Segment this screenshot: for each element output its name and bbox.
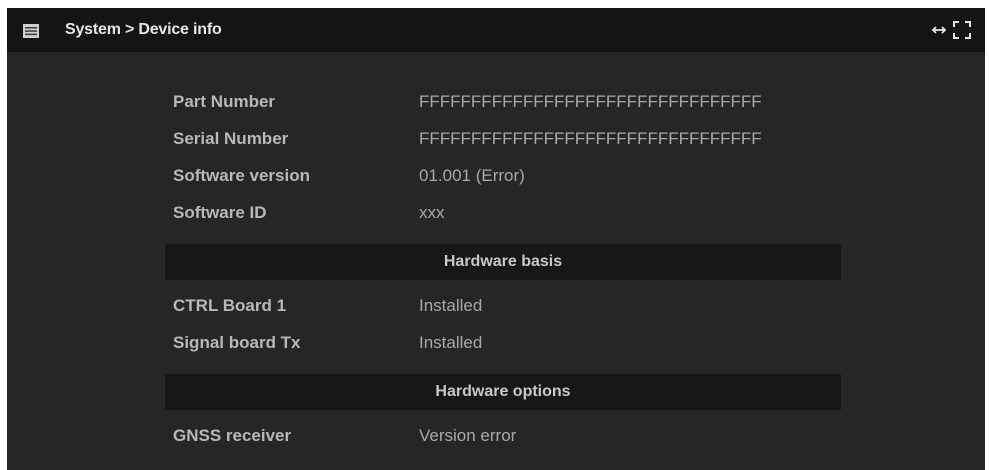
row-label: Serial Number bbox=[173, 129, 289, 148]
row-label: Software version bbox=[173, 166, 310, 185]
row-label: Signal board Tx bbox=[173, 333, 301, 352]
row-label: Part Number bbox=[173, 92, 276, 111]
row-label: GNSS receiver bbox=[173, 426, 292, 445]
info-row-software-id: Software ID xxx bbox=[165, 197, 841, 234]
info-row-signal-board: Signal board Tx Installed bbox=[165, 327, 841, 364]
row-value: Installed bbox=[419, 333, 483, 352]
row-label: Software ID bbox=[173, 203, 267, 222]
device-info-content: Part Number FFFFFFFFFFFFFFFFFFFFFFFFFFFF… bbox=[165, 86, 841, 457]
menu-icon[interactable] bbox=[23, 24, 39, 38]
window-title: System > Device info bbox=[65, 21, 222, 38]
row-value: 01.001 (Error) bbox=[419, 166, 525, 185]
info-row-serial-number: Serial Number FFFFFFFFFFFFFFFFFFFFFFFFFF… bbox=[165, 123, 841, 160]
info-row-ctrl-board: CTRL Board 1 Installed bbox=[165, 290, 841, 327]
titlebar: System > Device info bbox=[7, 8, 985, 52]
titlebar-controls bbox=[931, 21, 971, 44]
section-header-hardware-basis: Hardware basis bbox=[165, 244, 841, 280]
row-value: FFFFFFFFFFFFFFFFFFFFFFFFFFFFFFFFF bbox=[419, 92, 762, 111]
info-row-gnss-receiver: GNSS receiver Version error bbox=[165, 420, 841, 457]
row-value: Installed bbox=[419, 296, 483, 315]
row-value: xxx bbox=[419, 203, 445, 222]
fullscreen-icon[interactable] bbox=[953, 21, 971, 44]
row-value: FFFFFFFFFFFFFFFFFFFFFFFFFFFFFFFFF bbox=[419, 129, 762, 148]
device-info-window: System > Device info Part Number FFFFFFF… bbox=[7, 8, 985, 470]
row-value: Version error bbox=[419, 426, 517, 445]
section-header-hardware-options: Hardware options bbox=[165, 374, 841, 410]
row-label: CTRL Board 1 bbox=[173, 296, 287, 315]
info-row-software-version: Software version 01.001 (Error) bbox=[165, 160, 841, 197]
info-row-part-number: Part Number FFFFFFFFFFFFFFFFFFFFFFFFFFFF… bbox=[165, 86, 841, 123]
section-heading: Hardware basis bbox=[443, 253, 563, 270]
section-heading: Hardware options bbox=[435, 383, 571, 400]
resize-horizontal-icon[interactable] bbox=[931, 23, 947, 42]
